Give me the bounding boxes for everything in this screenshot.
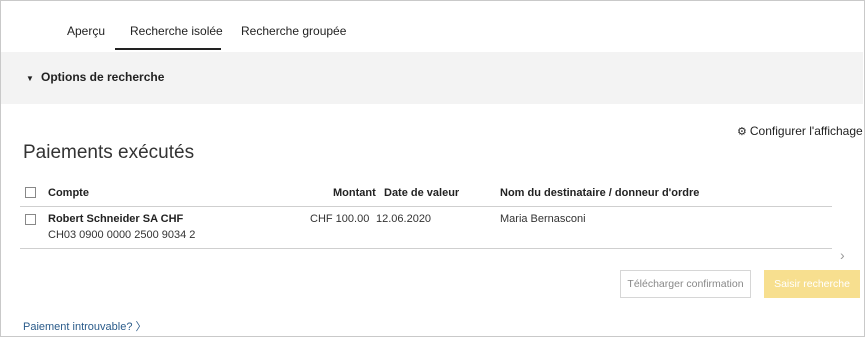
tab-bar: Aperçu Recherche isolée Recherche groupé…	[0, 0, 863, 52]
tab-recherche-groupee[interactable]: Recherche groupée	[241, 24, 346, 38]
search-options-label[interactable]: Options de recherche	[41, 70, 164, 84]
value-date-cell: 12.06.2020	[376, 213, 432, 225]
configure-display-label: Configurer l'affichage	[749, 124, 863, 138]
enter-search-button[interactable]: Saisir recherche	[764, 270, 860, 298]
table-row-divider	[20, 248, 832, 249]
column-header-amount: Montant	[333, 187, 376, 199]
column-header-value-date: Date de valeur	[384, 187, 460, 199]
tab-recherche-isolee[interactable]: Recherche isolée	[130, 24, 223, 38]
download-confirmation-button[interactable]: Télécharger confirmation	[620, 270, 751, 298]
configure-display-link[interactable]: ⚙ Configurer l'affichage	[737, 124, 863, 138]
gear-icon: ⚙	[737, 126, 747, 138]
select-all-checkbox[interactable]	[25, 187, 36, 198]
row-checkbox[interactable]	[25, 214, 36, 225]
column-header-recipient: Nom du destinataire / donneur d'ordre	[500, 187, 700, 199]
table-header-divider	[20, 206, 832, 207]
recipient-cell: Maria Bernasconi	[500, 213, 586, 225]
chevron-right-icon[interactable]: ›	[840, 247, 845, 263]
tab-apercu[interactable]: Aperçu	[67, 24, 105, 38]
account-iban: CH03 0900 0000 2500 9034 2	[48, 229, 196, 241]
account-name[interactable]: Robert Schneider SA CHF	[48, 213, 183, 225]
page-title: Paiements exécutés	[23, 142, 195, 163]
payment-not-found-link[interactable]: Paiement introuvable? 〉	[23, 318, 147, 334]
triangle-down-icon[interactable]: ▼	[26, 74, 34, 83]
amount-cell: CHF 100.00	[310, 213, 370, 225]
active-tab-indicator	[115, 48, 221, 50]
column-header-account: Compte	[48, 187, 89, 199]
